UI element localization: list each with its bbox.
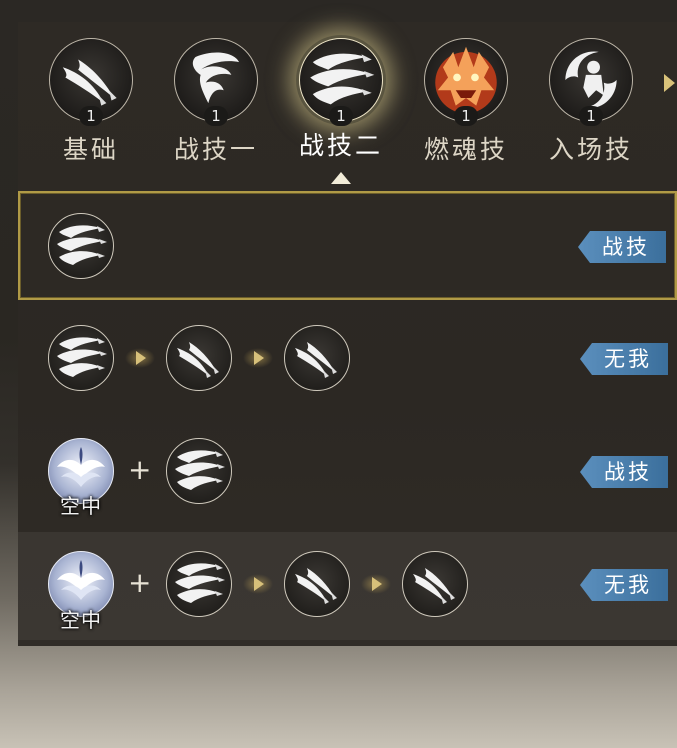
sequence-arrow-icon bbox=[254, 577, 264, 591]
skill-type-tag: 无我 bbox=[580, 569, 668, 601]
tab-count: 1 bbox=[329, 106, 353, 126]
plus-sign: + bbox=[128, 453, 152, 486]
twin-blades-icon bbox=[284, 325, 350, 391]
tab-label: 战技一 bbox=[173, 135, 258, 164]
sequence-arrow-icon bbox=[372, 577, 382, 591]
twin-blades-icon bbox=[166, 325, 232, 391]
tab-entrance[interactable]: 1 入场技 bbox=[536, 38, 646, 168]
tab-count: 1 bbox=[579, 106, 603, 126]
twin-blades-icon bbox=[284, 551, 350, 617]
tab-skill-two[interactable]: 1 战技二 bbox=[286, 38, 396, 168]
triple-claw-icon bbox=[166, 551, 232, 617]
twin-blades-icon bbox=[402, 551, 468, 617]
skill-type-tag: 无我 bbox=[580, 343, 668, 375]
active-tab-pointer bbox=[331, 172, 351, 184]
sequence-arrow-icon bbox=[254, 351, 264, 365]
plus-sign: + bbox=[128, 566, 152, 599]
skill-type-tag: 战技 bbox=[580, 456, 668, 488]
tab-skill-one[interactable]: 1 战技一 bbox=[161, 38, 271, 168]
combo-row-1[interactable]: 战技 bbox=[18, 191, 677, 300]
tab-label: 基础 bbox=[62, 135, 119, 164]
tab-label: 燃魂技 bbox=[423, 135, 508, 164]
next-tabs-arrow-icon[interactable] bbox=[664, 74, 675, 92]
air-label: 空中 bbox=[60, 494, 102, 518]
combo-row-3[interactable]: 空中 + 战技 bbox=[18, 418, 677, 526]
combo-row-4[interactable]: 空中 + 无我 bbox=[18, 532, 677, 640]
tab-basic[interactable]: 1 基础 bbox=[36, 38, 146, 168]
air-label: 空中 bbox=[60, 608, 102, 632]
triple-claw-icon bbox=[48, 213, 114, 279]
tab-soul-burn[interactable]: 1 燃魂技 bbox=[411, 38, 521, 168]
tab-label: 战技二 bbox=[298, 131, 383, 160]
skill-type-tag: 战技 bbox=[578, 231, 666, 263]
combo-row-2[interactable]: 无我 bbox=[18, 305, 677, 413]
tab-count: 1 bbox=[79, 106, 103, 126]
tab-count: 1 bbox=[204, 106, 228, 126]
sequence-arrow-icon bbox=[136, 351, 146, 365]
skill-tabs: 1 基础 1 战技一 1 战技二 1 燃魂技 1 入场技 bbox=[0, 0, 677, 190]
tab-count: 1 bbox=[454, 106, 478, 126]
triple-claw-icon bbox=[166, 438, 232, 504]
tab-label: 入场技 bbox=[548, 135, 633, 164]
triple-claw-icon bbox=[48, 325, 114, 391]
